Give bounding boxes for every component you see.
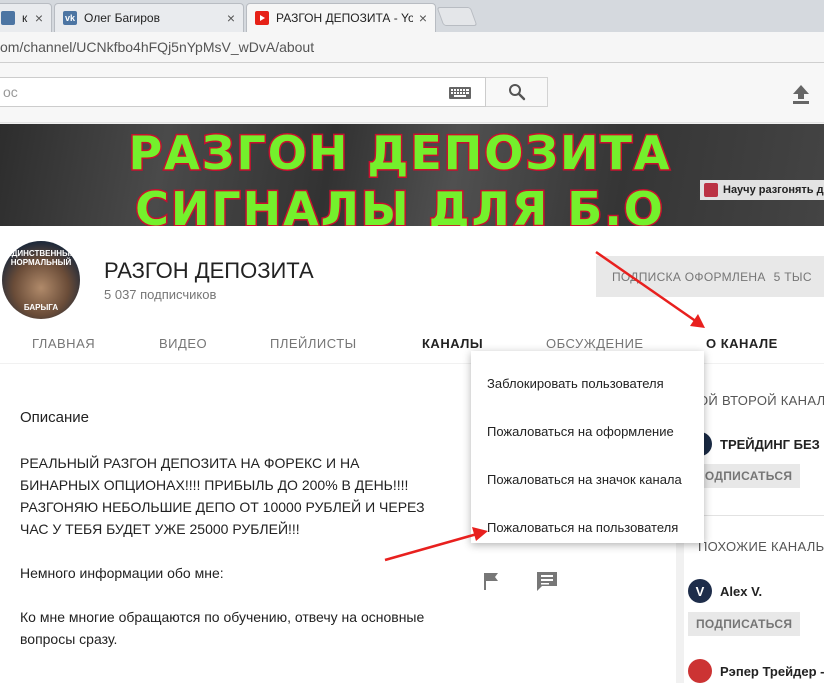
new-tab-button[interactable] — [436, 7, 478, 26]
divider — [688, 515, 824, 516]
description-paragraph: Немного информации обо мне: — [20, 565, 224, 581]
channel-avatar[interactable]: ЕДИНСТВЕННЫЙ НОРМАЛЬНЫЙ БАРЫГА — [2, 241, 80, 319]
featured-channel-item[interactable]: ТРЕЙДИНГ БЕЗ — [688, 432, 820, 456]
subscribe-button[interactable]: ПОДПИСАТЬСЯ — [688, 612, 801, 636]
menu-item-report-user[interactable]: Пожаловаться на пользователя — [471, 503, 704, 551]
tab-close-icon[interactable]: × — [35, 10, 43, 26]
avatar-caption: НОРМАЛЬНЫЙ — [10, 258, 72, 267]
subscribed-button[interactable]: ПОДПИСКА ОФОРМЛЕНА 5 ТЫС — [596, 256, 824, 297]
upload-icon[interactable] — [789, 83, 813, 105]
tab-videos[interactable]: ВИДЕО — [159, 336, 207, 351]
channel-name[interactable]: Рэпер Трейдер - — [720, 664, 824, 679]
youtube-masthead — [0, 63, 824, 123]
message-icon[interactable] — [536, 571, 558, 591]
search-box[interactable] — [0, 77, 486, 107]
link-avatar-icon — [704, 183, 718, 197]
tab-title: РАЗГОН ДЕПОЗИТА - Yo — [276, 11, 413, 25]
channel-name[interactable]: ТРЕЙДИНГ БЕЗ — [720, 437, 820, 452]
related-channels-heading: ПОХОЖИЕ КАНАЛЫ — [698, 539, 824, 554]
url-text[interactable]: om/channel/UCNkfbo4hFQj5nYpMsV_wDvA/abou… — [0, 39, 314, 55]
avatar-caption: БАРЫГА — [23, 303, 59, 312]
vk-favicon-icon — [1, 11, 15, 25]
subscribe-button[interactable]: ПОДПИСАТЬСЯ — [688, 464, 801, 488]
subscribed-label: ПОДПИСКА ОФОРМЛЕНА — [612, 269, 766, 284]
menu-item-report-design[interactable]: Пожаловаться на оформление — [471, 407, 704, 455]
banner-link-text: Научу разгонять де — [723, 184, 824, 196]
channel-report-menu: Заблокировать пользователя Пожаловаться … — [471, 351, 704, 543]
tab-channels[interactable]: КАНАЛЫ — [422, 336, 483, 351]
keyboard-icon[interactable] — [449, 87, 471, 99]
description-paragraph: РЕАЛЬНЫЙ РАЗГОН ДЕПОЗИТА НА ФОРЕКС И НА … — [20, 455, 425, 537]
channel-avatar-icon: V — [688, 579, 712, 603]
description-paragraph: Ко мне многие обращаются по обучению, от… — [20, 609, 425, 647]
description-title: Описание — [20, 409, 90, 426]
flag-icon[interactable] — [483, 572, 499, 590]
tab-title: к в — [22, 11, 29, 25]
youtube-favicon-icon — [255, 11, 269, 25]
screenshot-root: к в × vk Олег Багиров × РАЗГОН ДЕПОЗИТА … — [0, 0, 824, 683]
browser-tab-active[interactable]: РАЗГОН ДЕПОЗИТА - Yo × — [246, 3, 436, 32]
search-input[interactable] — [1, 78, 441, 106]
subscribed-count: 5 ТЫС — [773, 269, 812, 284]
tab-close-icon[interactable]: × — [419, 10, 427, 26]
tab-close-icon[interactable]: × — [227, 10, 235, 26]
search-icon — [508, 84, 525, 101]
tab-title: Олег Багиров — [84, 11, 160, 25]
menu-item-report-icon[interactable]: Пожаловаться на значок канала — [471, 455, 704, 503]
related-channel-item[interactable]: Рэпер Трейдер - — [688, 659, 824, 683]
banner-subtitle-line: СИГНАЛЫ ДЛЯ Б.О — [134, 181, 665, 227]
subscriber-count: 5 037 подписчиков — [104, 287, 217, 302]
tab-playlists[interactable]: ПЛЕЙЛИСТЫ — [270, 336, 357, 351]
channel-banner: РАЗГОН ДЕПОЗИТА СИГНАЛЫ ДЛЯ Б.О — [0, 124, 824, 226]
banner-title-line: РАЗГОН ДЕПОЗИТА — [127, 125, 672, 182]
related-channel-item[interactable]: V Alex V. — [688, 579, 762, 603]
vk-favicon-icon: vk — [63, 11, 77, 25]
channel-name[interactable]: РАЗГОН ДЕПОЗИТА — [104, 258, 314, 284]
menu-item-block-user[interactable]: Заблокировать пользователя — [471, 359, 704, 407]
browser-tab[interactable]: к в × — [0, 3, 52, 32]
sidebar: ОЙ ВТОРОЙ КАНАЛ ТРЕЙДИНГ БЕЗ ПОДПИСАТЬСЯ… — [684, 364, 824, 683]
address-bar[interactable]: om/channel/UCNkfbo4hFQj5nYpMsV_wDvA/abou… — [0, 32, 824, 63]
channel-avatar-icon — [688, 659, 712, 683]
banner-link[interactable]: Научу разгонять де — [700, 180, 824, 200]
featured-channel-heading: ОЙ ВТОРОЙ КАНАЛ — [698, 393, 824, 408]
tab-about[interactable]: О КАНАЛЕ — [706, 336, 778, 351]
browser-tab-strip: к в × vk Олег Багиров × РАЗГОН ДЕПОЗИТА … — [0, 0, 824, 32]
tab-discussion[interactable]: ОБСУЖДЕНИЕ — [546, 336, 644, 351]
channel-header: ЕДИНСТВЕННЫЙ НОРМАЛЬНЫЙ БАРЫГА РАЗГОН ДЕ… — [0, 226, 824, 368]
avatar-caption: ЕДИНСТВЕННЫЙ — [6, 249, 76, 258]
description-text: РЕАЛЬНЫЙ РАЗГОН ДЕПОЗИТА НА ФОРЕКС И НА … — [20, 452, 440, 672]
channel-name[interactable]: Alex V. — [720, 584, 762, 599]
tab-home[interactable]: ГЛАВНАЯ — [32, 336, 95, 351]
browser-tab[interactable]: vk Олег Багиров × — [54, 3, 244, 32]
search-button[interactable] — [486, 77, 548, 107]
